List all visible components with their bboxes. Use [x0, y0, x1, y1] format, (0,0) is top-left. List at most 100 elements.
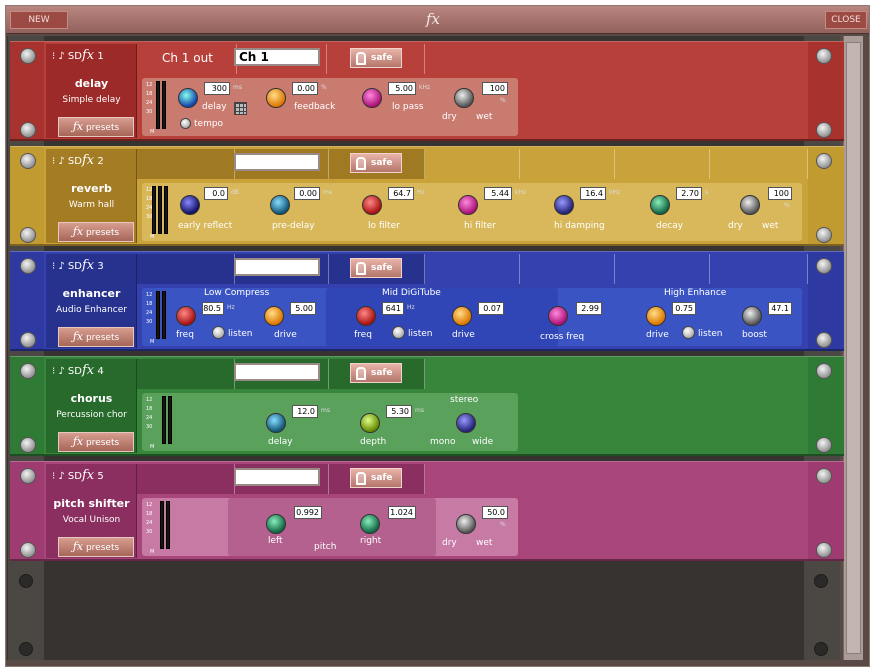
fx-text: fx: [81, 48, 95, 63]
presets-button[interactable]: ƒx presets: [58, 537, 134, 557]
fx-slot-reverb: ⁝ ♪ SDfx 2 reverb Warm hall ƒx presets s…: [10, 146, 844, 246]
early-reflect-value[interactable]: 0.0: [204, 187, 228, 200]
screw-icon: [816, 468, 832, 484]
scrollbar-thumb[interactable]: [846, 42, 861, 654]
right-pitch-knob[interactable]: [360, 514, 380, 534]
high-drive-value[interactable]: 0.75: [672, 302, 696, 315]
safe-button[interactable]: safe: [350, 258, 402, 278]
delay-knob[interactable]: [266, 413, 286, 433]
early-reflect-knob[interactable]: [180, 195, 200, 215]
cross-freq-knob[interactable]: [548, 306, 568, 326]
hi-filter-knob[interactable]: [458, 195, 478, 215]
high-listen-button[interactable]: [682, 326, 695, 339]
screw-icon: [20, 468, 36, 484]
presets-label: presets: [85, 228, 120, 238]
pitch-label: pitch: [314, 542, 337, 552]
slot-index: 4: [97, 366, 104, 377]
mid-drive-knob[interactable]: [452, 306, 472, 326]
input-source-field[interactable]: [234, 468, 320, 486]
boost-value[interactable]: 47.1: [768, 302, 792, 315]
tempo-button[interactable]: [180, 118, 191, 129]
boost-knob[interactable]: [742, 306, 762, 326]
meter-bar: [162, 291, 166, 339]
lo-pass-value[interactable]: 5.00: [388, 82, 416, 95]
fx-text: fx: [81, 468, 95, 483]
fx-slot-delay: ⁝ ♪ SDfx 1 delay Simple delay ƒx presets…: [10, 41, 844, 141]
safe-button[interactable]: safe: [350, 468, 402, 488]
presets-button[interactable]: ƒx presets: [58, 327, 134, 347]
pre-delay-unit: ms: [323, 189, 332, 196]
left-pitch-knob[interactable]: [266, 514, 286, 534]
mid-drive-label: drive: [452, 330, 475, 340]
title-bar: NEW fx CLOSE: [6, 6, 869, 34]
low-freq-knob[interactable]: [176, 306, 196, 326]
screw-icon: [816, 258, 832, 274]
vertical-scrollbar[interactable]: [843, 36, 863, 660]
depth-knob[interactable]: [360, 413, 380, 433]
decay-value[interactable]: 2.70: [676, 187, 702, 200]
pre-delay-knob[interactable]: [270, 195, 290, 215]
dry-wet-value[interactable]: 100: [482, 82, 508, 95]
mid-freq-value[interactable]: 641: [382, 302, 404, 315]
close-button[interactable]: CLOSE: [825, 11, 867, 29]
fx-text: fx: [81, 153, 95, 168]
low-listen-label: listen: [228, 329, 253, 339]
low-drive-knob[interactable]: [264, 306, 284, 326]
meter-scale-tick: 18: [146, 301, 153, 307]
hi-damping-value[interactable]: 16.4: [580, 187, 606, 200]
right-pitch-value[interactable]: 1.024: [388, 506, 416, 519]
screw-icon: [20, 153, 36, 169]
safe-button[interactable]: safe: [350, 153, 402, 173]
cross-freq-value[interactable]: 2.99: [576, 302, 602, 315]
feedback-value[interactable]: 0.00: [292, 82, 318, 95]
delay-knob[interactable]: [178, 88, 198, 108]
lo-filter-knob[interactable]: [362, 195, 382, 215]
low-compress-group-label: Low Compress: [204, 288, 270, 298]
sd-text: SD: [67, 471, 82, 482]
tempo-label: tempo: [194, 119, 224, 129]
decay-knob[interactable]: [650, 195, 670, 215]
feedback-knob[interactable]: [266, 88, 286, 108]
hi-damping-knob[interactable]: [554, 195, 574, 215]
input-source-field[interactable]: [234, 363, 320, 381]
meter-scale-tick: 30: [146, 529, 153, 535]
hi-filter-value[interactable]: 5.44: [484, 187, 512, 200]
dry-wet-value[interactable]: 100: [768, 187, 792, 200]
low-drive-value[interactable]: 5.00: [290, 302, 316, 315]
presets-button[interactable]: ƒx presets: [58, 117, 134, 137]
low-listen-button[interactable]: [212, 326, 225, 339]
left-pitch-value[interactable]: 0.992: [294, 506, 322, 519]
stereo-width-knob[interactable]: [456, 413, 476, 433]
input-source-field[interactable]: [234, 258, 320, 276]
sdfx-label: ⁝ ♪ SDfx 5: [52, 468, 104, 483]
fx-slot-pitch-shifter: ⁝ ♪ SDfx 5 pitch shifter Vocal Unison ƒx…: [10, 461, 844, 561]
presets-label: presets: [85, 333, 120, 343]
dry-wet-knob[interactable]: [454, 88, 474, 108]
safe-button[interactable]: safe: [350, 48, 402, 68]
fx-name: reverb: [71, 182, 112, 195]
presets-button[interactable]: ƒx presets: [58, 432, 134, 452]
lo-filter-value[interactable]: 64.7: [388, 187, 414, 200]
dry-wet-knob[interactable]: [456, 514, 476, 534]
dry-wet-knob[interactable]: [740, 195, 760, 215]
delay-value[interactable]: 300: [204, 82, 230, 95]
delay-value[interactable]: 12.0: [292, 405, 318, 418]
fx-text: fx: [81, 363, 95, 378]
screw-icon: [20, 363, 36, 379]
mid-listen-button[interactable]: [392, 326, 405, 339]
dry-wet-value[interactable]: 50.0: [482, 506, 508, 519]
pre-delay-value[interactable]: 0.00: [294, 187, 320, 200]
presets-button[interactable]: ƒx presets: [58, 222, 134, 242]
lock-icon: [356, 367, 366, 380]
mid-drive-value[interactable]: 0.07: [478, 302, 504, 315]
lo-pass-knob[interactable]: [362, 88, 382, 108]
input-source-field[interactable]: [234, 153, 320, 171]
depth-value[interactable]: 5.30: [386, 405, 412, 418]
safe-button[interactable]: safe: [350, 363, 402, 383]
low-freq-value[interactable]: 80.5: [202, 302, 224, 315]
high-drive-knob[interactable]: [646, 306, 666, 326]
new-button[interactable]: NEW: [10, 11, 68, 29]
grid-icon[interactable]: [234, 102, 247, 115]
input-source-field[interactable]: Ch 1: [234, 48, 320, 66]
mid-freq-knob[interactable]: [356, 306, 376, 326]
